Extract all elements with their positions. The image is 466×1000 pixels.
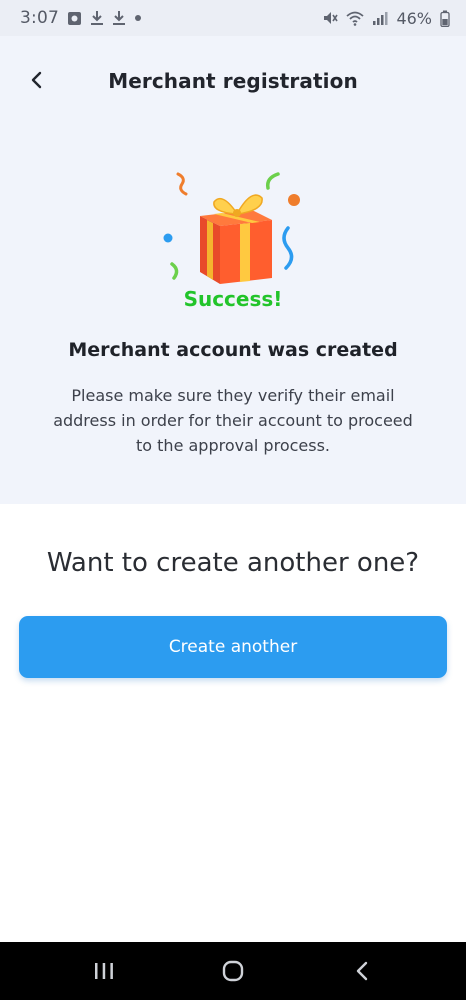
header: Merchant registration: [0, 36, 466, 126]
download-icon: [90, 10, 104, 26]
create-another-button[interactable]: Create another: [19, 616, 447, 678]
screen: 3:07 46% Merchant registration Success! …: [0, 0, 466, 1000]
system-nav-bar: [0, 942, 466, 1000]
result-panel: Merchant registration Success! Merchant …: [0, 36, 466, 504]
notification-app-icon: [67, 11, 82, 26]
battery-percentage: 46%: [396, 8, 432, 28]
chevron-left-icon: [31, 71, 42, 89]
wifi-icon: [346, 11, 365, 26]
home-button[interactable]: [203, 951, 263, 991]
status-left: 3:07: [20, 8, 142, 28]
download-icon: [112, 10, 126, 26]
page-title: Merchant registration: [108, 69, 358, 93]
recent-apps-icon: [95, 963, 114, 979]
success-description: Please make sure they verify their email…: [53, 386, 413, 455]
recent-apps-button[interactable]: [74, 951, 134, 991]
dot-icon: [134, 14, 142, 22]
home-icon: [222, 960, 244, 982]
back-icon: [356, 961, 367, 981]
mute-icon: [322, 10, 339, 26]
back-button[interactable]: [20, 64, 52, 96]
signal-icon: [372, 11, 388, 26]
success-label: Success!: [183, 287, 283, 311]
status-bar: 3:07 46%: [0, 0, 466, 36]
system-back-button[interactable]: [332, 951, 392, 991]
create-another-question: Want to create another one?: [46, 548, 420, 578]
success-title: Merchant account was created: [68, 339, 398, 361]
status-right: 46%: [322, 9, 450, 28]
status-time: 3:07: [20, 8, 59, 28]
battery-icon: [440, 10, 450, 27]
